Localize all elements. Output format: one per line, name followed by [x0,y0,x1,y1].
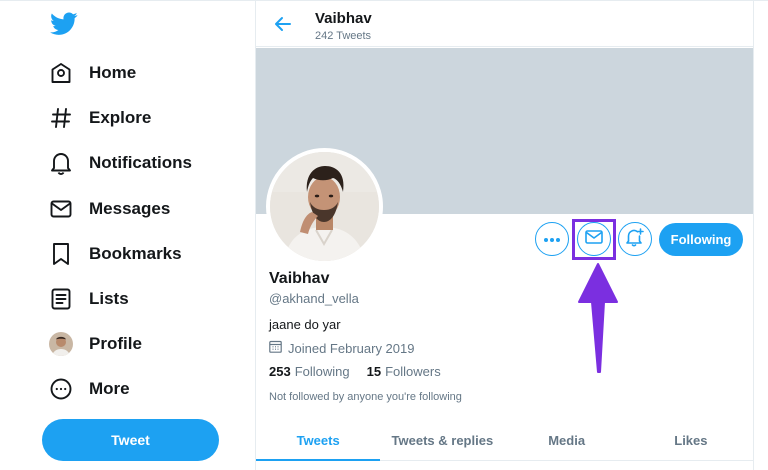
profile-bio: jaane do yar [269,317,341,332]
home-icon [48,60,74,86]
profile-handle: @akhand_vella [269,291,359,306]
arrow-left-icon[interactable] [273,14,293,34]
header-name: Vaibhav [315,10,372,27]
sidebar-item-explore[interactable]: Explore [48,101,151,135]
sidebar-item-home[interactable]: Home [48,56,136,90]
following-stat[interactable]: 253 Following [269,364,350,379]
sidebar-item-label: Lists [89,289,129,308]
followers-count: 15 [366,364,382,379]
tab-tweets[interactable]: Tweets [256,421,381,461]
profile-column: Vaibhav 242 Tweets Following Vaibhav @ak… [255,0,754,470]
profile-photo[interactable] [266,148,383,265]
sidebar-item-notifications[interactable]: Notifications [48,146,192,180]
notify-button[interactable] [618,222,652,256]
profile-avatar-icon [48,331,74,357]
tab-tweets-replies[interactable]: Tweets & replies [380,421,504,460]
calendar-icon [269,340,282,356]
list-icon [48,286,74,312]
followers-label: Followers [385,364,441,379]
sidebar-item-label: Bookmarks [89,244,182,263]
annotation-arrow-icon [578,263,618,373]
message-button-highlight [572,219,616,260]
twitter-logo-icon[interactable] [50,12,78,36]
sidebar-item-label: Home [89,63,137,82]
profile-name: Vaibhav [269,270,330,287]
following-label: Following [294,364,350,379]
following-count: 253 [269,364,291,379]
profile-tabs: Tweets Tweets & replies Media Likes [256,421,753,461]
tab-likes[interactable]: Likes [629,421,753,460]
sidebar-item-label: Explore [89,108,152,127]
profile-stats: 253 Following 15 Followers [269,364,441,379]
more-circle-icon [48,376,74,402]
sidebar-item-profile[interactable]: Profile [48,327,142,361]
tab-media[interactable]: Media [505,421,629,460]
profile-header: Vaibhav 242 Tweets [256,0,753,47]
joined-date: Joined February 2019 [288,340,415,356]
not-followed-note: Not followed by anyone you're following [269,391,462,403]
profile-joined: Joined February 2019 [269,340,414,356]
sidebar-item-bookmarks[interactable]: Bookmarks [48,237,182,271]
sidebar-item-more[interactable]: More [48,372,130,406]
more-options-button[interactable] [535,222,569,256]
sidebar-item-label: Notifications [89,153,192,172]
sidebar-item-label: Messages [89,199,171,218]
header-tweet-count: 242 Tweets [315,30,372,42]
sidebar-item-messages[interactable]: Messages [48,192,170,226]
sidebar-item-lists[interactable]: Lists [48,282,129,316]
hashtag-icon [48,105,74,131]
envelope-icon [48,196,74,222]
ellipsis-icon [543,230,561,248]
tweet-button[interactable]: Tweet [42,419,219,461]
sidebar: Home Explore Notifications Messages Book… [0,0,256,470]
following-button[interactable]: Following [659,223,743,256]
followers-stat[interactable]: 15 Followers [367,364,441,379]
bookmark-icon [48,241,74,267]
bell-icon [48,150,74,176]
sidebar-item-label: Profile [89,334,142,353]
bell-plus-icon [625,227,645,252]
sidebar-item-label: More [89,379,130,398]
